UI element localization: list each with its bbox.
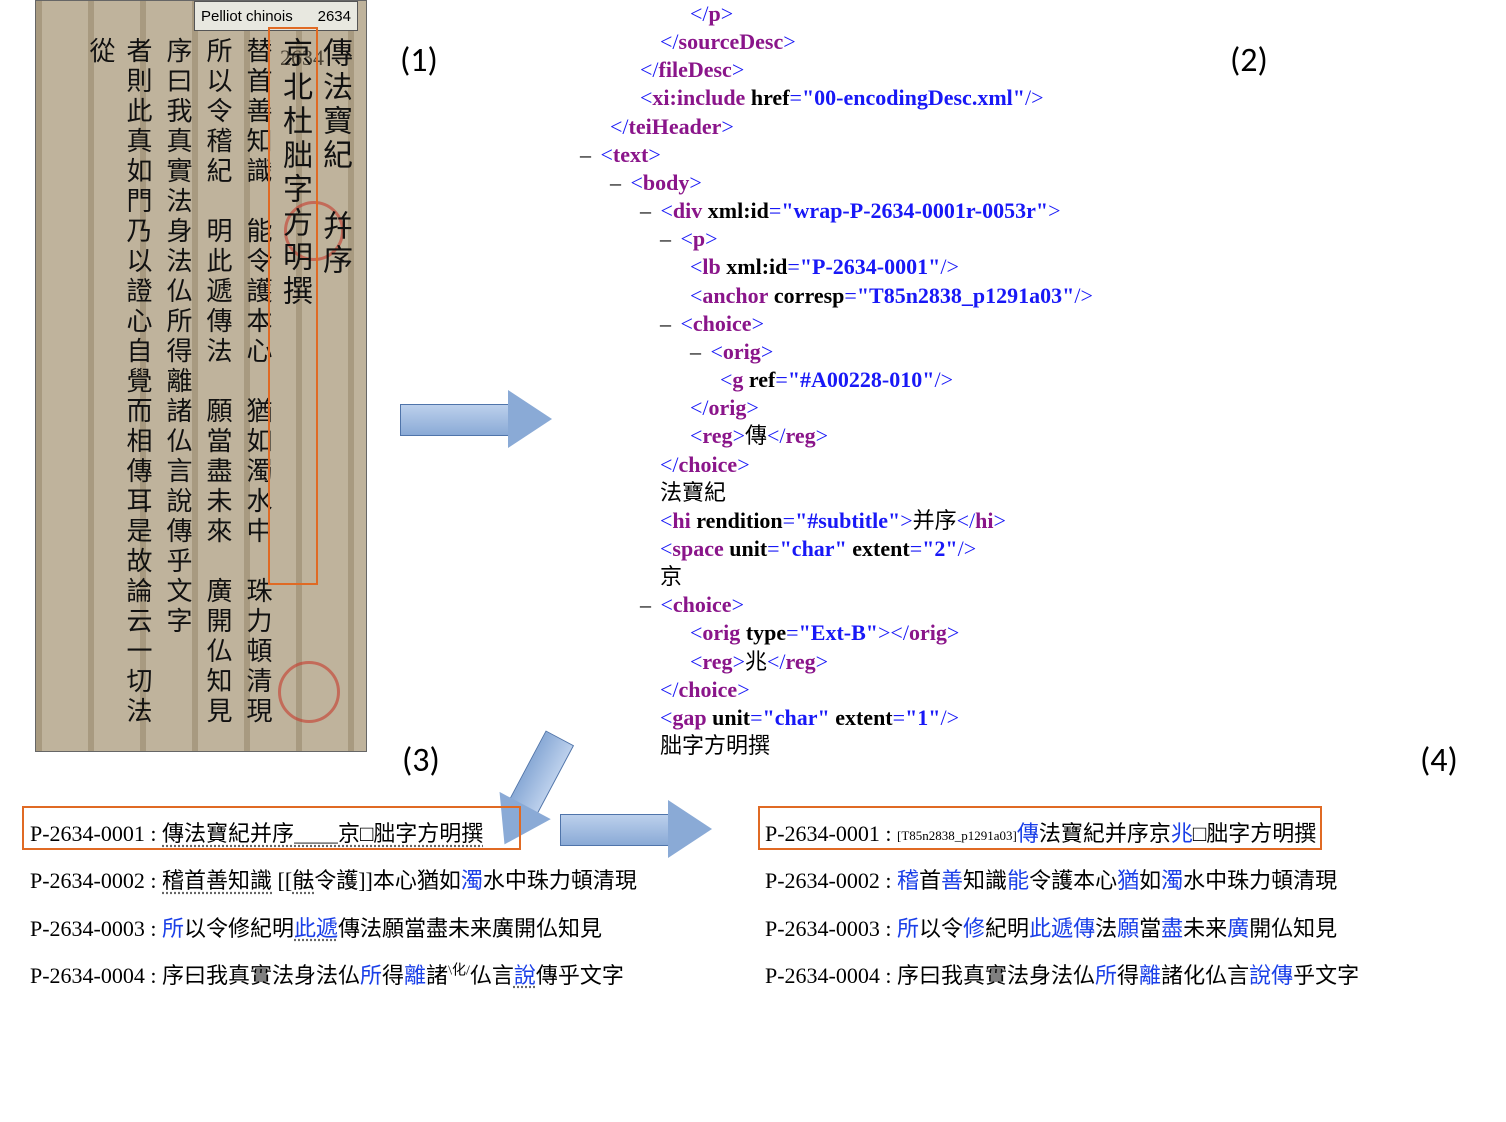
xml-line: – <p> [560,225,1180,253]
xml-line: 京 [560,563,1180,591]
shelfmark-number: 2634 [318,8,351,25]
xml-line: </sourceDesc> [560,28,1180,56]
xml-line: – <choice> [560,591,1180,619]
xml-line: 胐字方明撰 [560,732,1180,760]
xml-line: <hi rendition="#subtitle">并序</hi> [560,507,1180,535]
line-id: P-2634-0002 : [30,868,162,893]
xml-line: <reg>傳</reg> [560,422,1180,450]
label-4: (4) [1420,740,1458,781]
xml-line: <anchor corresp="T85n2838_p1291a03"/> [560,282,1180,310]
rendered-line: P-2634-0002 : 稽首善知識 [[䏻令護]]本心猶如濁水中珠力頓清現 [30,857,690,904]
line-id: P-2634-0004 : [30,963,162,988]
xml-line: 法寶紀 [560,479,1180,507]
manuscript-column: 所以令稽紀 明此遞傳法 願當盡未來 廣開仏知見 [196,31,236,731]
xml-line: – <div xml:id="wrap-P-2634-0001r-0053r"> [560,197,1180,225]
xml-line: <lb xml:id="P-2634-0001"/> [560,253,1180,281]
line-id: P-2634-0003 : [30,916,162,941]
manuscript-column: 傳法寶紀 幷序 [316,31,356,731]
xml-line: <gap unit="char" extent="1"/> [560,704,1180,732]
xml-line: <xi:include href="00-encodingDesc.xml"/> [560,84,1180,112]
xml-line: </fileDesc> [560,56,1180,84]
arrow-icon [400,390,560,448]
highlight-box [268,27,318,585]
highlight-box [758,806,1322,850]
shelfmark-collection: Pelliot chinois [201,8,293,25]
rendered-line: P-2634-0004 : 序曰我真實法身法仏所得離諸\化/仏言說傳乎文字 [30,952,690,999]
xml-line: </choice> [560,676,1180,704]
xml-line: </orig> [560,394,1180,422]
rendered-line: P-2634-0004 : 序曰我真實法身法仏所得離諸化仏言說傳乎文字 [765,952,1485,999]
xml-line: </choice> [560,451,1180,479]
label-2: (2) [1230,40,1268,81]
rendered-line: P-2634-0003 : 所以令修紀明此遞傳法願當盡未来廣開仏知見 [765,905,1485,952]
rendered-line: P-2634-0002 : 稽首善知識能令護本心猶如濁水中珠力頓清現 [765,857,1485,904]
label-3: (3) [402,740,440,781]
xml-line: <space unit="char" extent="2"/> [560,535,1180,563]
xml-line: <g ref="#A00228-010"/> [560,366,1180,394]
xml-line: – <choice> [560,310,1180,338]
xml-line: – <text> [560,141,1180,169]
line-id: P-2634-0004 : [765,963,897,988]
rendered-line: P-2634-0003 : 所以令修紀明此遞傳法願當盡未来廣開仏知見 [30,905,690,952]
label-1: (1) [400,40,438,81]
xml-code-block: </p></sourceDesc></fileDesc><xi:include … [560,0,1180,760]
line-id: P-2634-0002 : [765,868,897,893]
manuscript-image: Pelliot chinois 2634 2634 傳法寶紀 幷序京北杜胐字方明… [35,0,367,752]
xml-line: <reg>兆</reg> [560,648,1180,676]
diagram-page: (1) (2) (3) (4) Pelliot chinois 2634 263… [0,0,1506,1122]
manuscript-columns: 傳法寶紀 幷序京北杜胐字方明撰替首善知識 能令護本心 猶如濁水中 珠力頓清現所以… [116,31,356,731]
xml-line: </p> [560,0,1180,28]
xml-line: <orig type="Ext-B">𡉵</orig> [560,619,1180,647]
xml-line: – <orig> [560,338,1180,366]
xml-line: </teiHeader> [560,113,1180,141]
manuscript-column: 序曰我真實法身法仏所得離諸仏言說傳乎文字 [156,31,196,731]
manuscript-column: 者則此真如門乃以證心自覺而相傳耳是故論云一切法從 [116,31,156,731]
xml-line: – <body> [560,169,1180,197]
highlight-box [22,806,521,850]
line-id: P-2634-0003 : [765,916,897,941]
